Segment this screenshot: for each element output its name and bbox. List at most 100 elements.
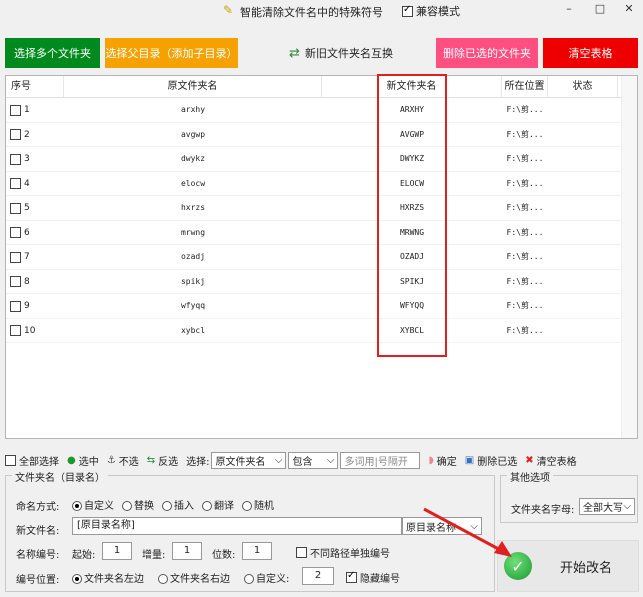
row-checkbox[interactable] [10,227,21,238]
row-new-name: SPIKJ [399,276,425,286]
row-checkbox[interactable] [10,104,21,116]
choose-label: 选择: [186,456,210,468]
brush-icon: ✎ [223,3,234,17]
radio-dot[interactable] [158,574,168,584]
start-input[interactable]: 1 [102,542,132,560]
delete-selected-folders-button[interactable]: 删除已选的文件夹 [436,38,538,68]
row-checkbox[interactable] [10,178,21,189]
invert-icon: ⇆ [146,454,156,466]
confirm-button[interactable]: ◗ 确定 [428,453,456,468]
row-original-name: spikj [180,276,206,286]
table-row[interactable]: 4 elocw ELOCW F:\剪... [6,172,637,196]
header-original-name[interactable]: 原文件夹名 [64,76,322,98]
row-checkbox[interactable] [10,129,21,140]
row-original-name: arxhy [180,105,206,114]
select-multiple-folders-button[interactable]: 选择多个文件夹 [5,38,100,68]
header-new-name[interactable]: 新文件夹名 [322,76,502,98]
swap-label: 新旧文件夹名互换 [304,47,393,60]
match-select[interactable]: 包含 ⌵ [288,451,339,469]
row-seq: 10 [24,325,36,336]
table-row[interactable]: 8 spikj SPIKJ F:\剪... [6,270,637,294]
naming-mode-translate[interactable]: 翻译 [202,497,234,512]
header-status[interactable]: 状态 [548,76,618,98]
clear-table-small-button[interactable]: ✖ 清空表格 [525,453,576,468]
checkbox-box[interactable] [5,454,16,466]
row-checkbox[interactable] [10,325,21,336]
naming-mode-replace[interactable]: 替换 [122,497,154,512]
separate-numbering-checkbox[interactable]: 不同路径单独编号 [296,545,390,560]
invert-button[interactable]: ⇆ 反选 [147,453,178,468]
confirm-label: 确定 [436,456,457,468]
radio-label: 随机 [254,501,274,512]
new-name-label: 新文件名: [16,526,60,537]
vertical-scrollbar[interactable] [621,76,637,438]
clear-table-button[interactable]: 清空表格 [543,38,638,68]
swap-names-button[interactable]: ⇄ 新旧文件夹名互换 [286,38,396,68]
radio-label: 插入 [174,501,194,512]
checkbox-box[interactable] [402,4,413,17]
naming-mode-radios: 自定义 替换 插入 翻译 随机 [72,497,274,512]
anchor-icon: ⚓ [106,454,116,466]
row-checkbox[interactable] [10,153,21,165]
table-row[interactable]: 1 arxhy ARXHY F:\剪... [6,98,637,123]
folder-table[interactable]: 序号 原文件夹名 新文件夹名 所在位置 状态 1 arxhy ARXHY F:\剪..… [5,75,638,439]
position-left[interactable]: 文件夹名左边 [72,570,144,585]
table-row[interactable]: 3 dwykz DWYKZ F:\剪... [6,147,637,172]
row-new-name: OZADJ [399,252,425,261]
increment-input[interactable]: 1 [172,542,202,560]
field-select-value: 原文件夹名 [215,456,266,468]
row-checkbox[interactable] [10,276,21,287]
new-name-input[interactable]: [原目录名称] [72,517,402,535]
radio-dot[interactable] [72,501,82,511]
row-checkbox[interactable] [10,251,21,263]
position-right[interactable]: 文件夹名右边 [158,570,230,585]
radio-dot[interactable] [202,501,212,511]
hide-number-checkbox[interactable]: 隐藏编号 [346,570,400,585]
keyword-input[interactable]: 多词用|号隔开 [340,451,421,469]
checkbox-box[interactable] [296,547,307,558]
table-row[interactable]: 5 hxrzs HXRZS F:\剪... [6,196,637,221]
row-checkbox[interactable] [10,202,21,214]
row-seq-cell: 5 [10,196,64,220]
select-label: 选中 [78,456,99,468]
start-rename-label: 开始改名 [560,560,613,576]
header-seq[interactable]: 序号 [6,76,64,98]
select-button[interactable]: ● 选中 [67,453,99,468]
row-seq-cell: 3 [10,147,64,171]
naming-mode-random[interactable]: 随机 [242,497,274,512]
row-checkbox[interactable] [10,300,21,312]
delete-selected-button[interactable]: ▣ 删除已选 [465,453,517,468]
row-location: F:\剪... [506,154,544,163]
close-button[interactable]: ✕ [619,2,639,15]
row-seq: 5 [24,203,30,213]
table-row[interactable]: 9 wfyqq WFYQQ F:\剪... [6,294,637,319]
radio-dot[interactable] [72,574,82,584]
naming-mode-insert[interactable]: 插入 [162,497,194,512]
compat-mode-checkbox[interactable]: 兼容模式 [402,3,460,19]
row-status [548,221,618,245]
checkbox-box[interactable] [346,570,357,583]
custom-position-input[interactable]: 2 [302,567,334,585]
table-row[interactable]: 2 avgwp AVGWP F:\剪... [6,123,637,147]
radio-dot[interactable] [122,501,132,511]
row-location: F:\剪... [506,105,544,114]
table-row[interactable]: 6 mrwng MRWNG F:\剪... [6,221,637,245]
row-new-name: AVGWP [399,129,425,139]
maximize-button[interactable]: □ [590,2,610,15]
minimize-button[interactable]: – [559,2,579,15]
table-row[interactable]: 10 xybcl XYBCL F:\剪... [6,319,637,343]
naming-mode-custom[interactable]: 自定义 [72,497,114,512]
select-parent-dir-button[interactable]: 选择父目录（添加子目录） [105,38,238,68]
header-location[interactable]: 所在位置 [502,76,548,98]
case-select[interactable]: 全部大写 ⌵ [579,498,635,515]
field-select[interactable]: 原文件夹名 ⌵ [211,451,287,469]
radio-dot[interactable] [244,574,254,584]
table-row[interactable]: 7 ozadj OZADJ F:\剪... [6,245,637,270]
radio-dot[interactable] [242,501,252,511]
row-original-name: xybcl [180,325,206,335]
radio-dot[interactable] [162,501,172,511]
select-all-checkbox[interactable]: 全部选择 [5,453,59,468]
deselect-button[interactable]: ⚓ 不选 [107,453,139,468]
position-custom[interactable]: 自定义: [244,570,289,585]
digits-input[interactable]: 1 [242,542,272,560]
